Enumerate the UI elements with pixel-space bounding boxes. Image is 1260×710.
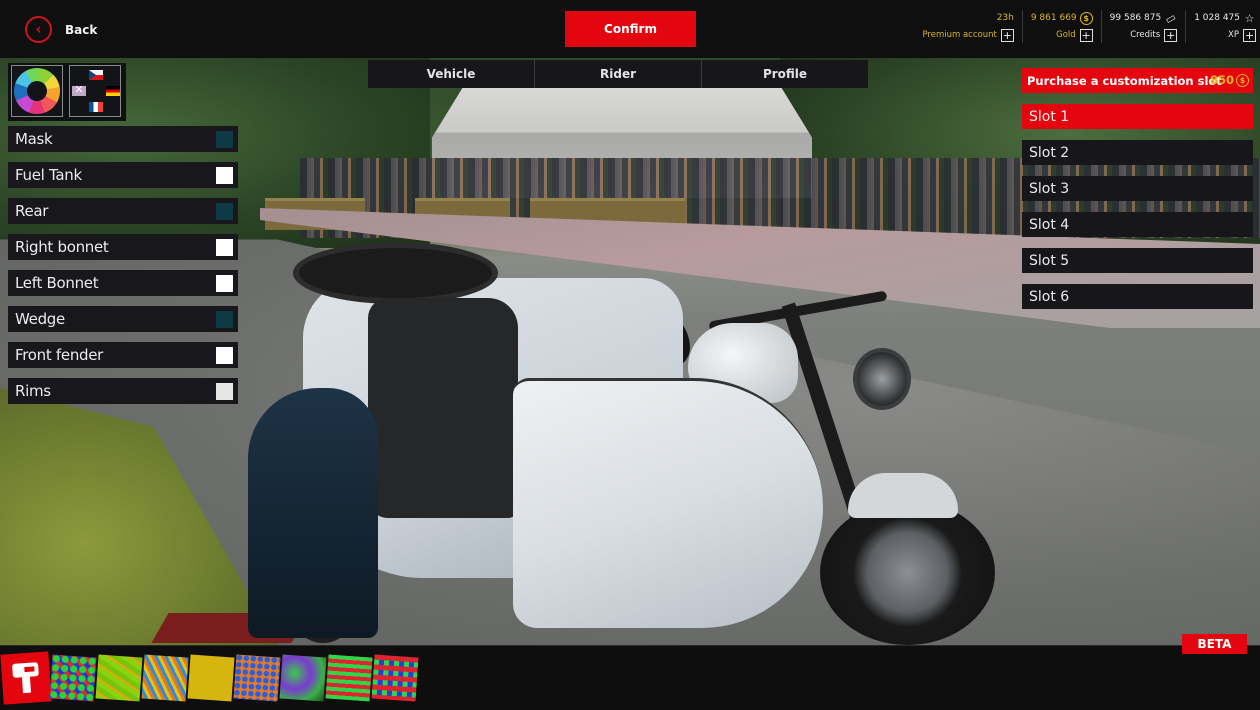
tab-profile[interactable]: Profile bbox=[702, 60, 868, 88]
credits-label: Credits bbox=[1130, 30, 1161, 40]
part-label: Wedge bbox=[15, 310, 65, 328]
coin-icon: $ bbox=[1236, 73, 1249, 87]
parts-list: Mask Fuel Tank Rear Right bonnet Left Bo… bbox=[8, 126, 238, 414]
slot-4[interactable]: Slot 4 bbox=[1022, 212, 1253, 237]
part-label: Fuel Tank bbox=[15, 166, 82, 184]
spare-tire bbox=[293, 242, 498, 304]
chevron-left-icon: ‹ bbox=[25, 16, 52, 43]
color-wheel-icon bbox=[14, 68, 60, 114]
back-button[interactable]: ‹ Back bbox=[25, 16, 97, 43]
headlamp bbox=[853, 348, 911, 410]
part-rear[interactable]: Rear bbox=[8, 198, 238, 224]
flags-tile[interactable] bbox=[69, 65, 121, 117]
part-wedge[interactable]: Wedge bbox=[8, 306, 238, 332]
part-fuel-tank[interactable]: Fuel Tank bbox=[8, 162, 238, 188]
pattern-8[interactable] bbox=[371, 654, 419, 702]
part-label: Right bonnet bbox=[15, 238, 109, 256]
gold-currency: 9 861 669 $ Gold + bbox=[1023, 10, 1102, 43]
part-label: Mask bbox=[15, 130, 53, 148]
pattern-6[interactable] bbox=[279, 654, 327, 702]
pattern-7[interactable] bbox=[325, 654, 373, 702]
customization-slots: Purchase a customization slot 850 $ Slot… bbox=[1022, 68, 1253, 320]
premium-label: Premium account bbox=[922, 30, 997, 40]
pattern-5[interactable] bbox=[233, 654, 281, 702]
currency-bar: 23h Premium account + 9 861 669 $ Gold + 99… bbox=[914, 10, 1256, 43]
gold-amount: 9 861 669 bbox=[1030, 13, 1077, 23]
sidecar-seat bbox=[368, 298, 518, 518]
color-swatch[interactable] bbox=[216, 274, 233, 292]
price-value: 850 bbox=[1209, 73, 1234, 87]
color-swatch[interactable] bbox=[216, 382, 233, 400]
category-tabs: Vehicle Rider Profile bbox=[368, 60, 868, 88]
uk-flag-icon bbox=[72, 83, 86, 96]
part-rims[interactable]: Rims bbox=[8, 378, 238, 404]
slot-1[interactable]: Slot 1 bbox=[1022, 104, 1253, 129]
sidecar-motorcycle-model[interactable] bbox=[248, 238, 1008, 645]
czech-flag-icon bbox=[89, 70, 103, 80]
premium-time: 23h bbox=[996, 13, 1014, 23]
add-gold-button[interactable]: + bbox=[1079, 28, 1093, 42]
color-swatch[interactable] bbox=[216, 238, 233, 256]
ticket-icon: ▭ bbox=[1162, 9, 1179, 27]
paint-button[interactable] bbox=[0, 651, 52, 705]
credits-currency: 99 586 875 ▭ Credits + bbox=[1102, 10, 1187, 43]
add-credits-button[interactable]: + bbox=[1164, 28, 1178, 42]
france-flag-icon bbox=[89, 102, 103, 112]
color-swatch[interactable] bbox=[216, 130, 233, 148]
paint-roller-icon bbox=[11, 662, 40, 694]
sidecar-nose bbox=[513, 378, 823, 628]
premium-account: 23h Premium account + bbox=[914, 10, 1023, 43]
beta-badge: BETA bbox=[1182, 634, 1247, 654]
add-xp-button[interactable]: + bbox=[1243, 28, 1256, 42]
germany-flag-icon bbox=[106, 86, 120, 96]
top-bar: ‹ Back Confirm 23h Premium account + 9 86… bbox=[0, 0, 1260, 58]
part-mask[interactable]: Mask bbox=[8, 126, 238, 152]
front-fender-part bbox=[848, 473, 958, 518]
color-swatch[interactable] bbox=[216, 310, 233, 328]
color-swatch[interactable] bbox=[216, 346, 233, 364]
purchase-slot-button[interactable]: Purchase a customization slot 850 $ bbox=[1022, 68, 1253, 93]
credits-amount: 99 586 875 bbox=[1109, 13, 1162, 23]
coin-icon: $ bbox=[1079, 11, 1093, 25]
xp-label: XP bbox=[1228, 30, 1239, 40]
part-label: Rims bbox=[15, 382, 51, 400]
star-icon: ☆ bbox=[1244, 11, 1255, 25]
part-label: Left Bonnet bbox=[15, 274, 99, 292]
purchase-slot-label: Purchase a customization slot bbox=[1027, 73, 1222, 88]
gold-label: Gold bbox=[1056, 30, 1076, 40]
part-right-bonnet[interactable]: Right bonnet bbox=[8, 234, 238, 260]
pattern-3[interactable] bbox=[141, 654, 189, 702]
color-swatch[interactable] bbox=[216, 166, 233, 184]
pattern-2[interactable] bbox=[95, 654, 143, 702]
purchase-price: 850 $ bbox=[1210, 73, 1249, 87]
slot-5[interactable]: Slot 5 bbox=[1022, 248, 1253, 273]
pattern-strip bbox=[0, 651, 419, 705]
slot-2[interactable]: Slot 2 bbox=[1022, 140, 1253, 165]
tab-vehicle[interactable]: Vehicle bbox=[368, 60, 535, 88]
confirm-button[interactable]: Confirm bbox=[565, 11, 696, 47]
rear-fender-part bbox=[248, 388, 378, 638]
part-left-bonnet[interactable]: Left Bonnet bbox=[8, 270, 238, 296]
color-swatch[interactable] bbox=[216, 202, 233, 220]
pattern-4[interactable] bbox=[187, 654, 235, 702]
color-picker-tile[interactable] bbox=[11, 65, 63, 117]
slot-6[interactable]: Slot 6 bbox=[1022, 284, 1253, 309]
part-label: Rear bbox=[15, 202, 49, 220]
xp-currency: 1 028 475 ☆ XP + bbox=[1186, 10, 1256, 43]
part-front-fender[interactable]: Front fender bbox=[8, 342, 238, 368]
add-premium-button[interactable]: + bbox=[1000, 28, 1014, 42]
tab-rider[interactable]: Rider bbox=[535, 60, 702, 88]
mode-tiles bbox=[8, 63, 126, 121]
back-label: Back bbox=[65, 22, 98, 37]
part-label: Front fender bbox=[15, 346, 104, 364]
xp-amount: 1 028 475 bbox=[1194, 13, 1240, 23]
front-wheel bbox=[820, 500, 995, 645]
slot-3[interactable]: Slot 3 bbox=[1022, 176, 1253, 201]
pattern-1[interactable] bbox=[49, 654, 97, 702]
